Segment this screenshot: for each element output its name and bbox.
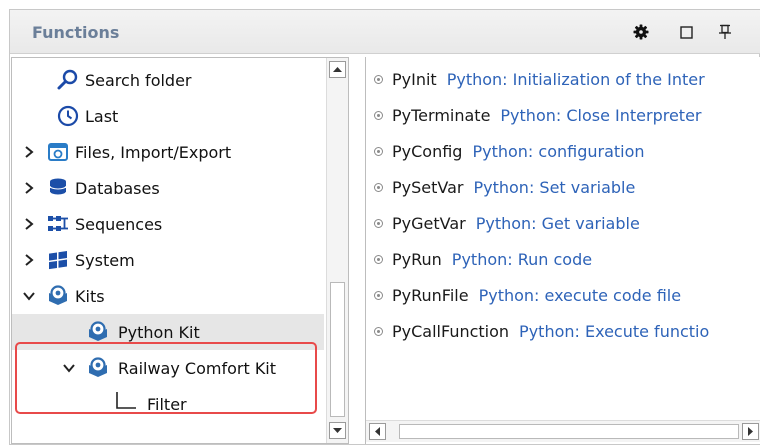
scroll-up-icon <box>333 67 342 72</box>
panel-title: Functions <box>32 23 120 42</box>
sequences-icon <box>48 216 68 231</box>
tree-item-label: Python Kit <box>118 322 200 342</box>
tree-scroll-thumb[interactable] <box>330 282 345 417</box>
bullet-icon <box>374 110 383 120</box>
database-icon <box>49 178 67 196</box>
tree-item-search-folder[interactable]: Search folder <box>12 62 324 98</box>
chevron-down-icon[interactable] <box>62 361 76 375</box>
bullet-icon <box>374 254 383 264</box>
tree-item-label: System <box>75 250 135 270</box>
kit-icon <box>49 285 67 305</box>
tree-item-kits[interactable]: Kits <box>12 278 324 314</box>
files-icon <box>48 143 68 161</box>
function-description: Python: Close Interpreter <box>500 105 702 125</box>
tree-item-python-kit[interactable]: Python Kit <box>12 314 324 350</box>
tree-vertical-scrollbar[interactable] <box>326 58 348 443</box>
chevron-right-icon[interactable] <box>22 145 36 159</box>
tree-item-label: Filter <box>147 394 187 414</box>
function-description: Python: Execute functio <box>519 321 710 341</box>
tree-item-railway-comfort-kit[interactable]: Railway Comfort Kit <box>12 350 324 386</box>
bullet-icon <box>374 74 383 84</box>
scroll-left-icon <box>375 427 380 436</box>
function-description: Python: Run code <box>451 249 593 269</box>
tree-item-last[interactable]: Last <box>12 98 324 134</box>
bullet-icon <box>374 182 383 192</box>
function-item-pyconfig[interactable]: PyConfig Python: configuration <box>374 133 645 169</box>
function-name: PyCallFunction <box>392 321 510 341</box>
bullet-icon <box>374 146 383 156</box>
bullet-icon <box>374 290 383 300</box>
function-description: Python: execute code file <box>478 285 682 305</box>
function-item-pysetvar[interactable]: PySetVar Python: Set variable <box>374 169 635 205</box>
tree-item-sequences[interactable]: Sequences <box>12 206 324 242</box>
chevron-right-icon[interactable] <box>22 253 36 267</box>
kit-icon <box>89 321 107 341</box>
chevron-right-icon[interactable] <box>22 181 36 195</box>
function-description: Python: Set variable <box>473 177 636 197</box>
function-item-pyterminate[interactable]: PyTerminate Python: Close Interpreter <box>374 97 702 133</box>
tree-item-label: Sequences <box>75 214 163 234</box>
function-item-pyrun[interactable]: PyRun Python: Run code <box>374 241 592 277</box>
scroll-right-icon <box>748 427 753 436</box>
pin-icon[interactable] <box>715 22 735 42</box>
panel-header: Functions <box>10 10 760 54</box>
function-name: PySetVar <box>392 177 464 197</box>
chevron-right-icon[interactable] <box>22 217 36 231</box>
list-horizontal-scrollbar[interactable] <box>366 420 760 442</box>
tree-item-label: Kits <box>75 286 105 306</box>
search-icon <box>57 69 78 90</box>
tree-item-databases[interactable]: Databases <box>12 170 324 206</box>
scroll-right-arrow[interactable] <box>742 423 759 440</box>
tree-item-filter[interactable]: Filter <box>12 386 324 422</box>
tree-item-label: Files, Import/Export <box>75 142 232 162</box>
bullet-icon <box>374 218 383 228</box>
list-scroll-thumb[interactable] <box>399 424 739 439</box>
function-list[interactable]: PyInit Python: Initialization of the Int… <box>365 57 760 444</box>
functions-panel: Functions Search folder Last Files, Impo… <box>9 9 760 445</box>
gear-icon[interactable] <box>631 22 651 42</box>
tree-item-label: Search folder <box>85 70 192 90</box>
clock-icon <box>57 105 79 127</box>
function-name: PyTerminate <box>392 105 491 125</box>
function-name: PyGetVar <box>392 213 466 233</box>
function-description: Python: Initialization of the Inter <box>446 69 705 89</box>
tree-item-label: Last <box>85 106 119 126</box>
function-name: PyRunFile <box>392 285 469 305</box>
bullet-icon <box>374 326 383 336</box>
scroll-up-arrow[interactable] <box>329 61 346 78</box>
maximize-icon[interactable] <box>677 22 697 42</box>
function-name: PyRun <box>392 249 442 269</box>
function-item-pyrunfile[interactable]: PyRunFile Python: execute code file <box>374 277 681 313</box>
function-description: Python: Get variable <box>475 213 640 233</box>
scroll-down-icon <box>333 428 342 433</box>
function-description: Python: configuration <box>472 141 645 161</box>
windows-icon <box>49 251 67 270</box>
function-item-pyinit[interactable]: PyInit Python: Initialization of the Int… <box>374 61 705 97</box>
scroll-down-arrow[interactable] <box>329 422 346 439</box>
tree-branch-icon <box>116 392 136 409</box>
scroll-left-arrow[interactable] <box>369 423 386 440</box>
kit-icon <box>89 357 107 377</box>
function-tree[interactable]: Search folder Last Files, Import/Export <box>11 57 349 444</box>
function-item-pygetvar[interactable]: PyGetVar Python: Get variable <box>374 205 640 241</box>
tree-item-label: Databases <box>75 178 160 198</box>
tree-item-label: Railway Comfort Kit <box>118 358 277 378</box>
tree-item-files-import-export[interactable]: Files, Import/Export <box>12 134 324 170</box>
function-name: PyInit <box>392 69 437 89</box>
tree-item-system[interactable]: System <box>12 242 324 278</box>
function-item-pycallfunction[interactable]: PyCallFunction Python: Execute functio <box>374 313 709 349</box>
function-name: PyConfig <box>392 141 463 161</box>
chevron-down-icon[interactable] <box>22 289 36 303</box>
